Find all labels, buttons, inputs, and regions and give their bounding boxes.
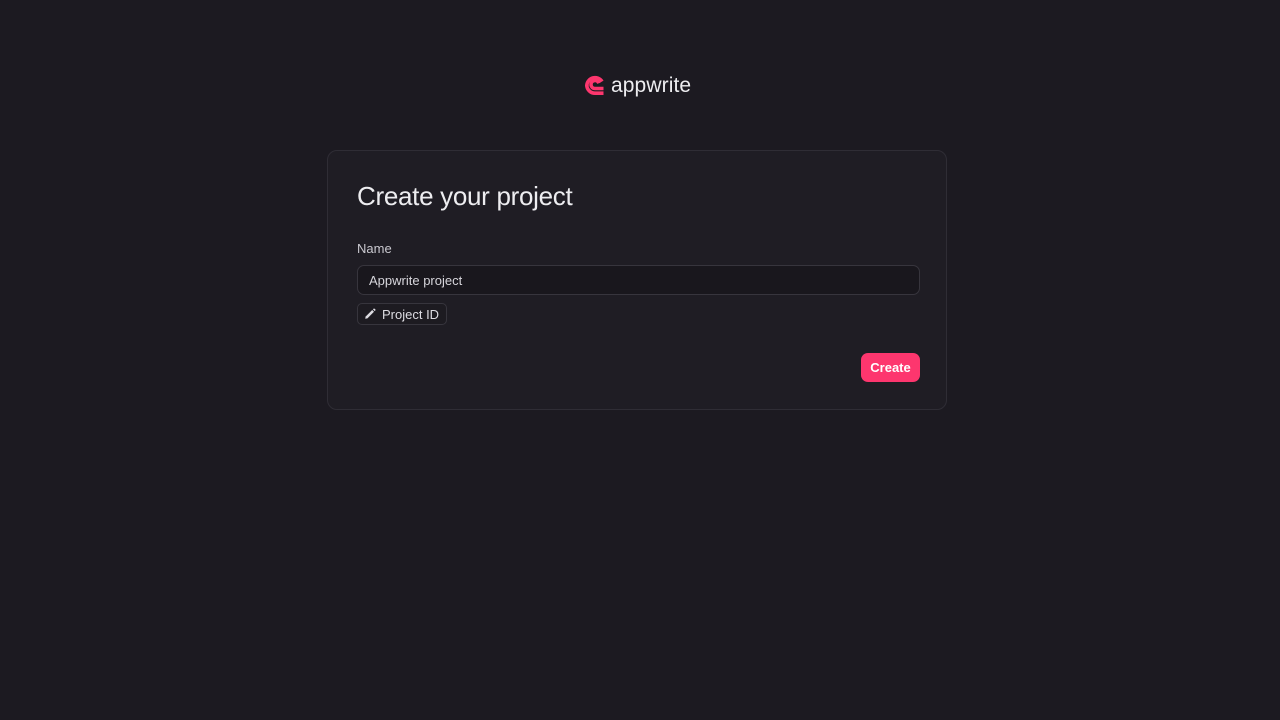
appwrite-logo-icon bbox=[584, 74, 606, 96]
appwrite-logo: appwrite bbox=[584, 72, 691, 98]
name-input[interactable] bbox=[357, 265, 920, 295]
create-project-card: Create your project Name Project ID Crea… bbox=[327, 150, 947, 410]
pencil-icon bbox=[364, 308, 376, 320]
page-title: Create your project bbox=[357, 181, 573, 211]
brand-name: appwrite bbox=[611, 73, 692, 97]
project-id-button[interactable]: Project ID bbox=[357, 303, 448, 325]
name-label: Name bbox=[357, 241, 392, 256]
project-id-label: Project ID bbox=[382, 306, 440, 322]
create-button[interactable]: Create bbox=[861, 353, 920, 382]
